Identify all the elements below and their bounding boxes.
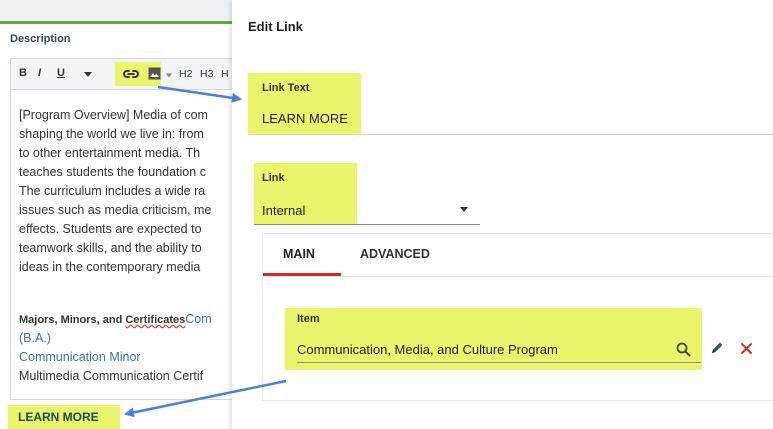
link-text-underline bbox=[248, 134, 773, 135]
certificates-label: Certificates bbox=[125, 314, 186, 326]
heading2-button[interactable]: H2 bbox=[179, 68, 192, 80]
learn-more-link[interactable]: LEARN MORE bbox=[8, 405, 120, 429]
body-line: to other entertainment media. Th bbox=[19, 146, 201, 160]
description-label: Description bbox=[10, 33, 71, 45]
tab-advanced[interactable]: ADVANCED bbox=[360, 247, 430, 261]
heading-button-partial[interactable]: H bbox=[221, 68, 229, 80]
body-line: [Program Overview] Media of com bbox=[19, 108, 208, 122]
underline-button[interactable]: U bbox=[57, 67, 65, 79]
item-input-underline bbox=[297, 362, 701, 363]
search-icon[interactable] bbox=[676, 342, 691, 362]
body-line: shaping the world we live in: from bbox=[19, 127, 204, 141]
format-dropdown-caret-icon[interactable] bbox=[84, 72, 92, 77]
left-accent-bar bbox=[0, 21, 232, 24]
link-type-underline bbox=[254, 224, 480, 225]
bold-button[interactable]: B bbox=[19, 67, 27, 79]
link-tabs-panel: MAIN ADVANCED Item Communication, Media,… bbox=[262, 233, 773, 401]
item-field-highlight bbox=[285, 308, 702, 370]
body-line: teamwork skills, and the ability to bbox=[19, 241, 202, 255]
edit-link-dialog: Edit Link Link Text LEARN MORE Link Inte… bbox=[232, 0, 773, 429]
body-line: issues such as media criticism, me bbox=[19, 203, 212, 217]
body-line: The curriculum includes a wide ra bbox=[19, 184, 206, 198]
majors-label: Majors, Minors, and bbox=[19, 314, 126, 326]
pencil-icon[interactable] bbox=[709, 340, 725, 361]
italic-button[interactable]: I bbox=[38, 67, 41, 79]
body-line: ideas in the contemporary media bbox=[19, 260, 201, 274]
program-link-start[interactable]: Com bbox=[185, 312, 211, 326]
image-icon[interactable] bbox=[148, 67, 161, 85]
rich-text-area[interactable]: [Program Overview] Media of com shaping … bbox=[10, 90, 232, 400]
close-icon[interactable] bbox=[740, 342, 753, 360]
image-dropdown-caret-icon[interactable] bbox=[165, 73, 173, 78]
link-text-input[interactable]: LEARN MORE bbox=[262, 111, 348, 126]
link-icon[interactable] bbox=[123, 67, 139, 86]
link-type-select[interactable]: Internal bbox=[262, 203, 305, 218]
communication-minor-link[interactable]: Communication Minor bbox=[19, 350, 141, 364]
dialog-title: Edit Link bbox=[248, 19, 303, 34]
majors-heading: Majors, Minors, and CertificatesCom bbox=[19, 312, 212, 326]
body-line: teaches students the foundation c bbox=[19, 165, 206, 179]
left-top-bar bbox=[0, 0, 232, 24]
multimedia-certificate-text: Multimedia Communication Certif bbox=[19, 369, 204, 383]
heading3-button[interactable]: H3 bbox=[200, 68, 213, 80]
ba-link[interactable]: (B.A.) bbox=[19, 331, 51, 345]
link-text-label: Link Text bbox=[262, 82, 310, 94]
description-editor-panel: Description B I U H2 H3 H [Program Overv… bbox=[0, 0, 232, 429]
body-line: effects. Students are expected to bbox=[19, 222, 202, 236]
item-label: Item bbox=[297, 313, 320, 325]
tab-main[interactable]: MAIN bbox=[283, 247, 315, 261]
link-type-label: Link bbox=[262, 172, 285, 184]
link-type-dropdown-caret-icon[interactable] bbox=[460, 207, 468, 212]
editor-toolbar: B I U H2 H3 H bbox=[10, 58, 232, 90]
item-input[interactable]: Communication, Media, and Culture Progra… bbox=[297, 342, 558, 357]
tabs-separator bbox=[263, 276, 773, 277]
